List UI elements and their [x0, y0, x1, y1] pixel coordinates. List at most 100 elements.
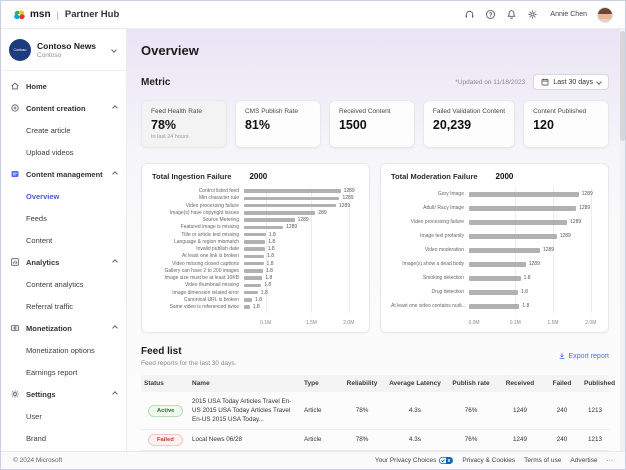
chevron-up-icon — [112, 259, 118, 265]
received-cell: 1249 — [497, 407, 543, 414]
sidebar-item-overview[interactable]: Overview — [1, 185, 126, 207]
sidebar-item-feeds[interactable]: Feeds — [1, 207, 126, 229]
sidebar-item-monetization-options[interactable]: Monetization options — [1, 339, 126, 361]
bar — [469, 262, 526, 267]
bar-zone: 1.8 — [469, 275, 598, 281]
column-header-status: Status — [141, 380, 189, 387]
footer-link-label: Your Privacy Choices — [375, 457, 437, 464]
column-header-reliability: Reliability — [339, 380, 385, 387]
sidebar-item-home[interactable]: Home — [1, 75, 126, 97]
sidebar-item-earnings-report[interactable]: Earnings report — [1, 361, 126, 383]
metric-label: Content Published — [533, 108, 599, 115]
bar — [469, 304, 519, 309]
chevron-down-icon — [596, 79, 602, 85]
axis-tick-label: 1.5M — [306, 320, 317, 326]
published-cell: 1213 — [581, 407, 609, 414]
sidebar-item-create-article[interactable]: Create article — [1, 119, 126, 141]
date-range-dropdown[interactable]: Last 30 days — [533, 74, 609, 90]
bar-zone: 1289 — [244, 217, 359, 223]
sidebar-item-label: Upload videos — [26, 148, 74, 157]
bar-zone: 1289 — [469, 219, 598, 225]
org-switcher[interactable]: Contoso Contoso News Contoso — [1, 29, 126, 70]
sidebar-item-user[interactable]: User — [1, 405, 126, 427]
type-cell: Article — [301, 407, 339, 414]
chevron-up-icon — [112, 105, 118, 111]
help-icon[interactable] — [485, 9, 496, 20]
column-header-type: Type — [301, 380, 339, 387]
category-label: Image(s) have copyright issues — [152, 210, 244, 216]
sidebar-item-upload-videos[interactable]: Upload videos — [1, 141, 126, 163]
home-icon — [10, 81, 20, 91]
chart-bar-row: Image(s) show a dead body1289 — [391, 258, 598, 270]
category-label: Control listed feed — [152, 188, 244, 194]
monetization-icon — [10, 323, 20, 333]
sidebar-item-content[interactable]: Content — [1, 229, 126, 251]
bar-zone: 1.8 — [244, 297, 359, 303]
sidebar-item-monetization[interactable]: Monetization — [1, 317, 126, 339]
chart-bar-row: Gallery can have 2 to 200 images1.8 — [152, 268, 359, 274]
gear-icon[interactable] — [527, 9, 538, 20]
footer-link--[interactable]: ··· — [607, 457, 614, 464]
footer-link-label: Terms of use — [524, 457, 561, 464]
bar-zone: 1289 — [244, 224, 359, 230]
bell-icon[interactable] — [506, 9, 517, 20]
sidebar-item-content-creation[interactable]: Content creation — [1, 97, 126, 119]
org-subtitle: Contoso — [37, 52, 96, 59]
sidebar-item-referral-traffic[interactable]: Referral traffic — [1, 295, 126, 317]
bar-value-label: 1.8 — [522, 303, 529, 309]
msn-logo[interactable]: msn | Partner Hub — [13, 9, 119, 21]
bar-value-label: 1.8 — [255, 297, 262, 303]
scrollbar-thumb[interactable] — [620, 31, 625, 141]
category-label: Image dimension related error — [152, 290, 244, 296]
bar-zone: 1.8 — [244, 282, 359, 288]
feed-list-section: Feed list Feed reports for the last 30 d… — [141, 346, 609, 451]
chart-bar-row: Image size must be at least 10KB1.8 — [152, 275, 359, 281]
bar-value-label: 1.8 — [264, 282, 271, 288]
bar-value-label: 1.8 — [269, 232, 276, 238]
chart-header: Total Moderation Failure2000 — [391, 172, 598, 181]
bar-value-label: 1289 — [286, 224, 297, 230]
chart-plot: Gory Image1289Adult/ Racy Image1289Video… — [391, 188, 598, 326]
sidebar-item-settings[interactable]: Settings — [1, 383, 126, 405]
bar — [469, 192, 579, 197]
category-label: Same video is referenced twice — [152, 304, 244, 310]
metric-card-2: CMS Publish Rate81% — [235, 100, 321, 148]
footer-link-privacy-cookies[interactable]: Privacy & Cookies — [462, 457, 515, 464]
bar — [469, 206, 576, 211]
footer-link-advertise[interactable]: Advertise — [570, 457, 597, 464]
footer-link-terms-of-use[interactable]: Terms of use — [524, 457, 561, 464]
export-report-link[interactable]: Export report — [558, 352, 609, 360]
chart-total-value: 2000 — [496, 172, 514, 181]
main-content: Overview Metric *Updated on 11/18/2023 L… — [127, 29, 625, 451]
bar — [244, 211, 315, 215]
sidebar-item-content-management[interactable]: Content management — [1, 163, 126, 185]
received-cell: 1249 — [497, 436, 543, 443]
metric-section-title: Metric — [141, 77, 170, 88]
table-row[interactable]: Active2015 USA Today Articles Travel En-… — [141, 392, 609, 430]
headset-icon[interactable] — [464, 9, 475, 20]
status-cell: Active — [141, 405, 189, 417]
category-label: Source Metering — [152, 217, 244, 223]
sidebar-item-label: Brand — [26, 434, 46, 443]
bar-value-label: 1.8 — [268, 239, 275, 245]
user-avatar[interactable] — [597, 7, 613, 23]
chart-bar-row: Video processing failure1289 — [152, 203, 359, 209]
category-label: Min character rule — [152, 195, 244, 201]
sidebar-item-analytics[interactable]: Analytics — [1, 251, 126, 273]
table-row[interactable]: FailedLocal News 06/28Article78%4.3s76%1… — [141, 430, 609, 450]
chart-bars: Gory Image1289Adult/ Racy Image1289Video… — [391, 188, 598, 312]
chart-total-value: 2000 — [249, 172, 267, 181]
chevron-up-icon — [112, 325, 118, 331]
scrollbar[interactable] — [620, 29, 625, 451]
bar — [244, 262, 264, 266]
sidebar-item-content-analytics[interactable]: Content analytics — [1, 273, 126, 295]
sidebar-item-brand[interactable]: Brand — [1, 427, 126, 449]
footer-link-your-privacy-choices[interactable]: Your Privacy Choices — [375, 457, 454, 464]
metric-value: 1500 — [339, 118, 405, 132]
metric-card-5: Content Published120 — [523, 100, 609, 148]
axis-tick-label: 2.0M — [585, 320, 596, 326]
content-creation-icon — [10, 103, 20, 113]
sidebar-menu: HomeContent creationCreate article Upload… — [1, 71, 126, 449]
column-header-failed: Failed — [543, 380, 581, 387]
category-label: Smoking detection — [391, 275, 469, 281]
